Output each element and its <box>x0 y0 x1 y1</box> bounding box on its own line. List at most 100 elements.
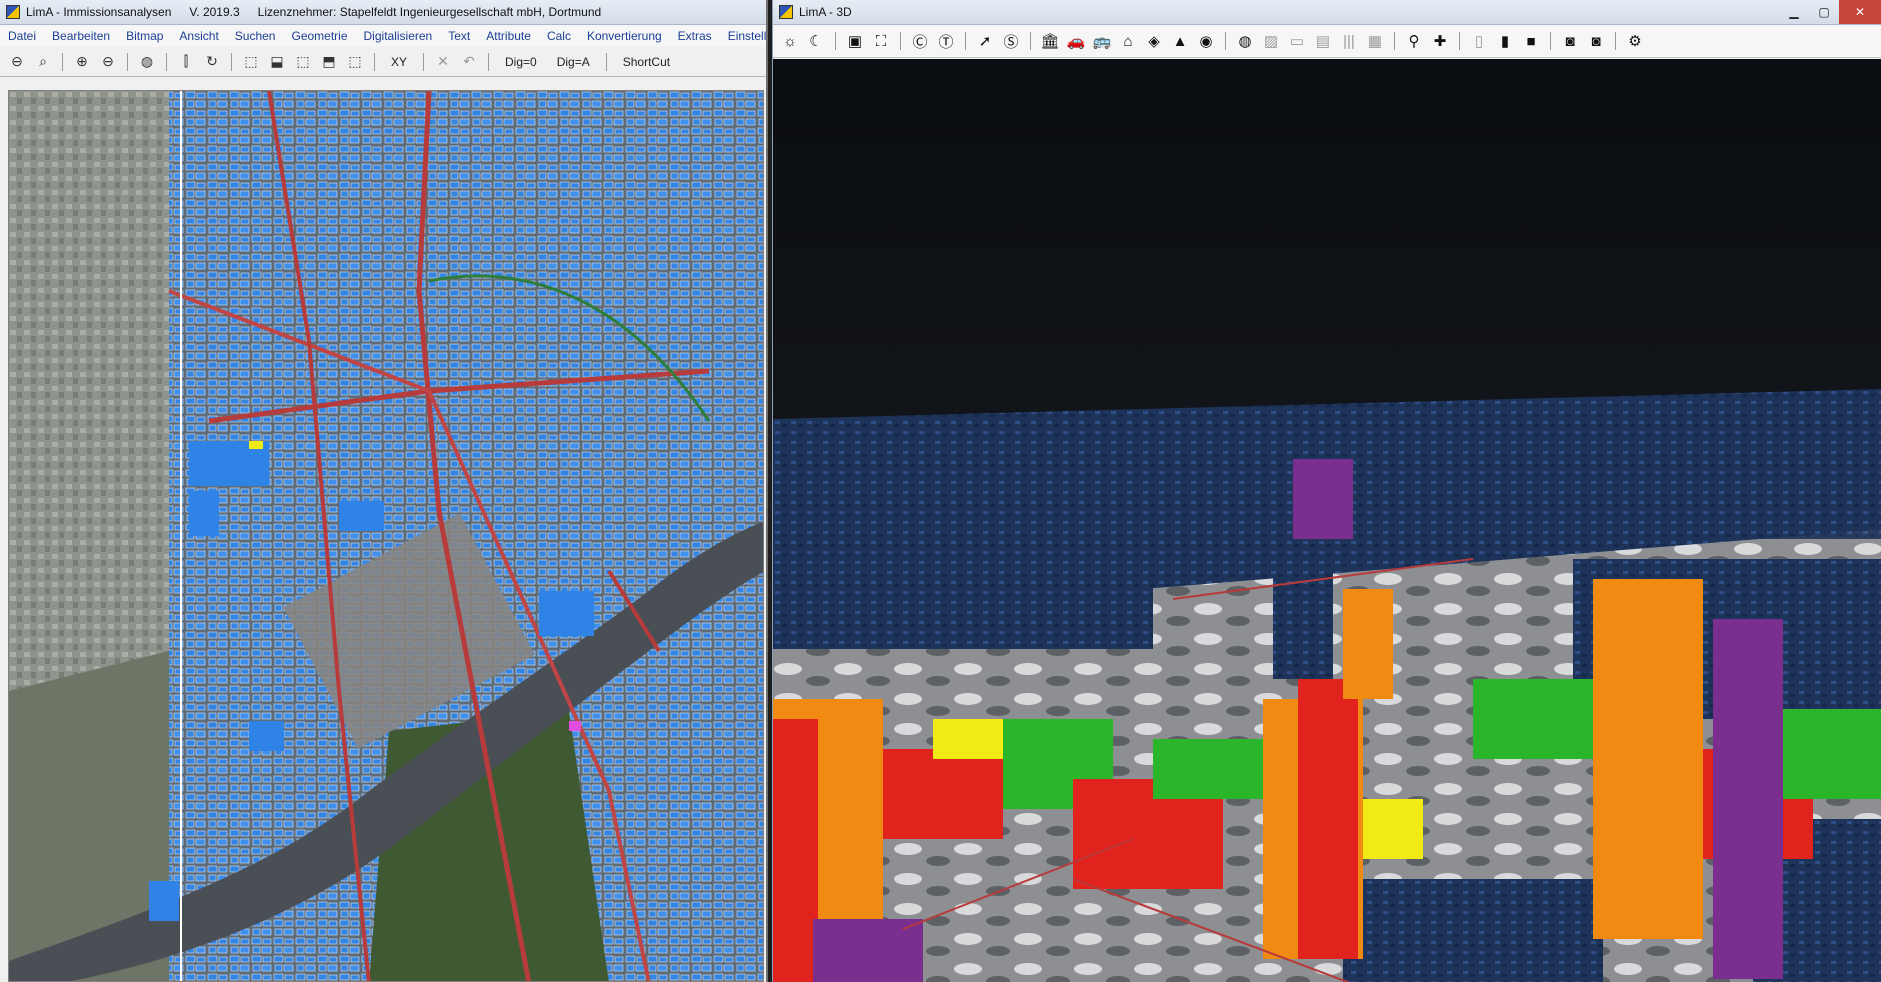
menu-geometrie[interactable]: Geometrie <box>283 29 355 43</box>
dig0-button[interactable]: Dig=0 <box>497 55 545 69</box>
window-3d: LimA - 3D ▁ ▢ ✕ ☼ ☾ ▣ ⛶ Ⓒ Ⓣ ➚ Ⓢ 🏛 🚗 🚌 ⌂ … <box>772 0 1881 982</box>
main-toolbar: ⊖ ⌕ ⊕ ⊖ ◍ ⫿ ↻ ⬚ ⬓ ⬚ ⬒ ⬚ XY ✕ ↶ Dig=0 Dig… <box>0 47 766 77</box>
menu-bitmap[interactable]: Bitmap <box>118 29 171 43</box>
tower-far-purple <box>1293 459 1353 539</box>
t-icon[interactable]: Ⓣ <box>935 30 957 52</box>
viewport-3d[interactable] <box>773 59 1881 982</box>
zoom-in-icon[interactable]: ⊕ <box>71 51 93 73</box>
main-window: LimA - Immissionsanalysen V. 2019.3 Lize… <box>0 0 768 982</box>
large-building-4 <box>539 591 594 636</box>
frame-icon[interactable]: ▣ <box>844 30 866 52</box>
select-multi-icon[interactable]: ⬚ <box>344 51 366 73</box>
s-icon[interactable]: Ⓢ <box>1000 30 1022 52</box>
shortcut-button[interactable]: ShortCut <box>615 55 678 69</box>
undo-icon[interactable]: ↶ <box>458 51 480 73</box>
low-block-green-4 <box>1783 709 1881 799</box>
yellow-marker <box>249 441 263 449</box>
large-building-6 <box>149 881 179 921</box>
cursor-icon[interactable]: ➚ <box>974 30 996 52</box>
select-area-icon[interactable]: ⬒ <box>318 51 340 73</box>
menu-calc[interactable]: Calc <box>539 29 579 43</box>
menu-konvertierung[interactable]: Konvertierung <box>579 29 670 43</box>
menu-ansicht[interactable]: Ansicht <box>171 29 226 43</box>
low-block-green-3 <box>1473 679 1593 759</box>
menu-extras[interactable]: Extras <box>670 29 720 43</box>
app-icon <box>6 5 20 19</box>
zoom-minus-icon[interactable]: ⊖ <box>97 51 119 73</box>
block-navy-3 <box>1343 879 1603 982</box>
image-icon[interactable]: ▨ <box>1260 30 1282 52</box>
doc-icon[interactable]: ▯ <box>1468 30 1490 52</box>
globe-icon-3d[interactable]: ◍ <box>1234 30 1256 52</box>
main-titlebar: LimA - Immissionsanalysen V. 2019.3 Lize… <box>0 0 766 25</box>
bus-icon[interactable]: 🚌 <box>1091 30 1113 52</box>
lock-icon[interactable]: ■ <box>1520 30 1542 52</box>
select-icon[interactable]: ⬚ <box>240 51 262 73</box>
chart-icon[interactable]: ⫿ <box>175 51 197 73</box>
low-block-red-1 <box>863 749 1003 839</box>
mountain-icon[interactable]: ▲ <box>1169 30 1191 52</box>
doc-lock-icon[interactable]: ▮ <box>1494 30 1516 52</box>
menu-suchen[interactable]: Suchen <box>227 29 284 43</box>
grid-icon[interactable]: ▦ <box>1364 30 1386 52</box>
main-window-title: LimA - Immissionsanalysen <box>26 5 172 19</box>
globe-icon[interactable]: ◍ <box>136 51 158 73</box>
tower-right-purple <box>1713 619 1783 979</box>
diga-button[interactable]: Dig=A <box>549 55 598 69</box>
pill-icon[interactable]: ◈ <box>1143 30 1165 52</box>
car-icon[interactable]: 🚗 <box>1065 30 1087 52</box>
menu-einstellungen[interactable]: Einstellungen <box>720 29 766 43</box>
delete-icon[interactable]: ✕ <box>432 51 454 73</box>
pin-icon[interactable]: ⚲ <box>1403 30 1425 52</box>
plus-icon[interactable]: ✚ <box>1429 30 1451 52</box>
bars-icon[interactable]: ||| <box>1338 30 1360 52</box>
licensee-label: Lizenznehmer: Stapelfeldt Ingenieurgesel… <box>257 5 602 19</box>
sun-icon[interactable]: ☼ <box>779 30 801 52</box>
zoom-icon[interactable]: ⌕ <box>32 51 54 73</box>
bank-icon[interactable]: ⌂ <box>1117 30 1139 52</box>
tower-left-red <box>773 719 818 982</box>
panel-icon[interactable]: ▤ <box>1312 30 1334 52</box>
low-block-green-2 <box>1153 739 1273 799</box>
map-canvas[interactable] <box>8 90 764 982</box>
menu-bearbeiten[interactable]: Bearbeiten <box>44 29 118 43</box>
eye-icon[interactable]: ◉ <box>1195 30 1217 52</box>
titlebar-3d: LimA - 3D ▁ ▢ ✕ <box>773 0 1881 25</box>
camera-alt-icon[interactable]: ◙ <box>1585 30 1607 52</box>
gear-icon[interactable]: ⚙ <box>1624 30 1646 52</box>
refresh-icon[interactable]: ↻ <box>201 51 223 73</box>
close-button[interactable]: ✕ <box>1839 0 1881 24</box>
tower-right-orange <box>1593 579 1703 939</box>
version-label: V. 2019.3 <box>189 5 240 19</box>
c-icon[interactable]: Ⓒ <box>909 30 931 52</box>
minimize-button[interactable]: ▁ <box>1779 0 1809 24</box>
menu-bar: Datei Bearbeiten Bitmap Ansicht Suchen G… <box>0 25 766 47</box>
large-building-2 <box>189 491 219 536</box>
aerial-map <box>9 91 763 981</box>
maximize-button[interactable]: ▢ <box>1809 0 1839 24</box>
app-icon-3d <box>779 5 793 19</box>
scene-3d <box>773 59 1881 982</box>
camera-icon[interactable]: ◙ <box>1559 30 1581 52</box>
tower-mid-navy <box>1273 529 1333 679</box>
tower-center-red <box>1298 679 1358 959</box>
select-point-icon[interactable]: ⬓ <box>266 51 288 73</box>
zoom-out-icon[interactable]: ⊖ <box>6 51 28 73</box>
magenta-marker <box>569 721 581 731</box>
select-zoom-icon[interactable]: ⬚ <box>292 51 314 73</box>
large-building-5 <box>249 721 284 751</box>
toolbar-3d: ☼ ☾ ▣ ⛶ Ⓒ Ⓣ ➚ Ⓢ 🏛 🚗 🚌 ⌂ ◈ ▲ ◉ ◍ ▨ ▭ ▤ ||… <box>773 25 1881 58</box>
window-3d-title: LimA - 3D <box>799 5 852 19</box>
folder-icon[interactable]: ▭ <box>1286 30 1308 52</box>
moon-icon[interactable]: ☾ <box>805 30 827 52</box>
menu-attribute[interactable]: Attribute <box>478 29 539 43</box>
large-building-3 <box>339 501 384 531</box>
low-block-yellow-1 <box>933 719 1013 759</box>
menu-digitalisieren[interactable]: Digitalisieren <box>356 29 441 43</box>
building-icon[interactable]: 🏛 <box>1039 30 1061 52</box>
block-navy-1 <box>773 509 1153 649</box>
xy-button[interactable]: XY <box>383 55 415 69</box>
menu-datei[interactable]: Datei <box>0 29 44 43</box>
menu-text[interactable]: Text <box>440 29 478 43</box>
frame-alt-icon[interactable]: ⛶ <box>870 30 892 52</box>
